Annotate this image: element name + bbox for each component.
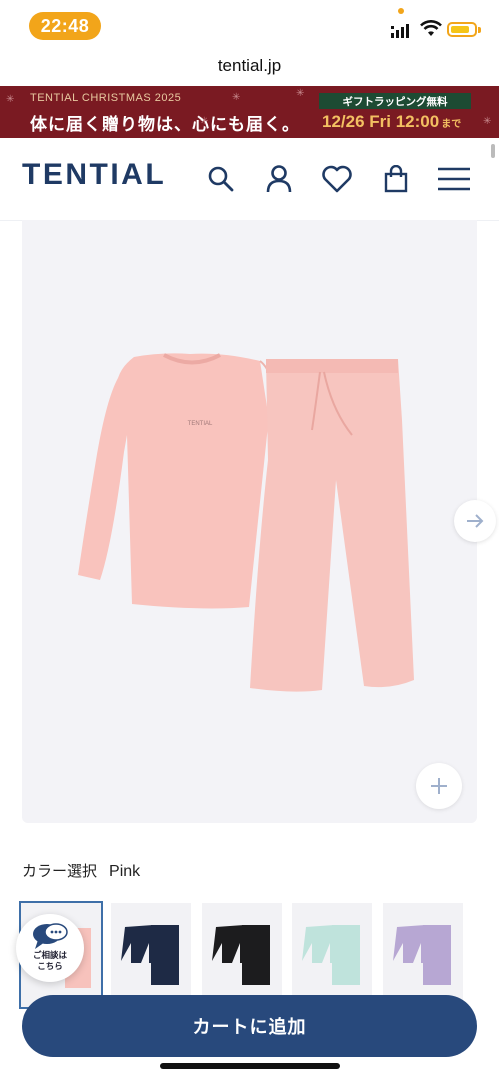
account-icon[interactable]: [262, 162, 296, 196]
color-swatch-navy[interactable]: [111, 903, 191, 1007]
color-swatch-mint[interactable]: [292, 903, 372, 1007]
chat-bubble-icon: [33, 923, 68, 949]
tential-logo[interactable]: TENTIAL: [22, 158, 166, 192]
plus-icon: [431, 778, 447, 794]
gallery-next-button[interactable]: [454, 500, 496, 542]
status-bar: 22:48: [0, 0, 499, 52]
arrow-right-icon: [467, 514, 484, 528]
battery-icon: [447, 22, 477, 37]
banner-deadline: 12/26 Fri 12:00 まで: [322, 112, 462, 131]
zoom-image-button[interactable]: [416, 763, 462, 809]
product-image-pajama-set: TENTIAL: [78, 353, 414, 692]
url-bar[interactable]: tential.jp: [0, 56, 499, 76]
cellular-signal-icon: [391, 24, 409, 38]
color-swatch-black[interactable]: [202, 903, 282, 1007]
favorite-icon[interactable]: [320, 162, 354, 196]
search-icon[interactable]: [204, 162, 238, 196]
christmas-banner[interactable]: ✳ ✳ ✳ ✳ ✳ TENTIAL CHRISTMAS 2025 体に届く贈り物…: [0, 86, 499, 138]
banner-headline: 体に届く贈り物は、心にも届く。: [30, 115, 300, 135]
color-swatch-lavender[interactable]: [383, 903, 463, 1007]
status-time: 22:48: [29, 12, 101, 40]
gift-wrapping-badge: ギフトラッピング無料: [319, 93, 471, 109]
cart-icon[interactable]: [379, 162, 413, 196]
site-header: TENTIAL: [0, 138, 499, 221]
product-image-gallery[interactable]: TENTIAL: [22, 220, 477, 823]
color-selection: カラー選択 Pink: [22, 860, 140, 881]
svg-text:TENTIAL: TENTIAL: [188, 421, 213, 427]
menu-icon[interactable]: [437, 162, 471, 196]
home-indicator: [160, 1063, 340, 1069]
wifi-icon: [420, 20, 442, 36]
privacy-indicator-dot: [398, 8, 404, 14]
banner-subtitle: TENTIAL CHRISTMAS 2025: [30, 92, 182, 104]
scrollbar[interactable]: [491, 144, 495, 158]
selected-color-value: Pink: [109, 863, 141, 880]
color-selection-label: カラー選択: [22, 862, 98, 880]
chat-support-button[interactable]: ご相談は こちら: [16, 914, 84, 982]
add-to-cart-button[interactable]: カートに追加: [22, 995, 477, 1057]
